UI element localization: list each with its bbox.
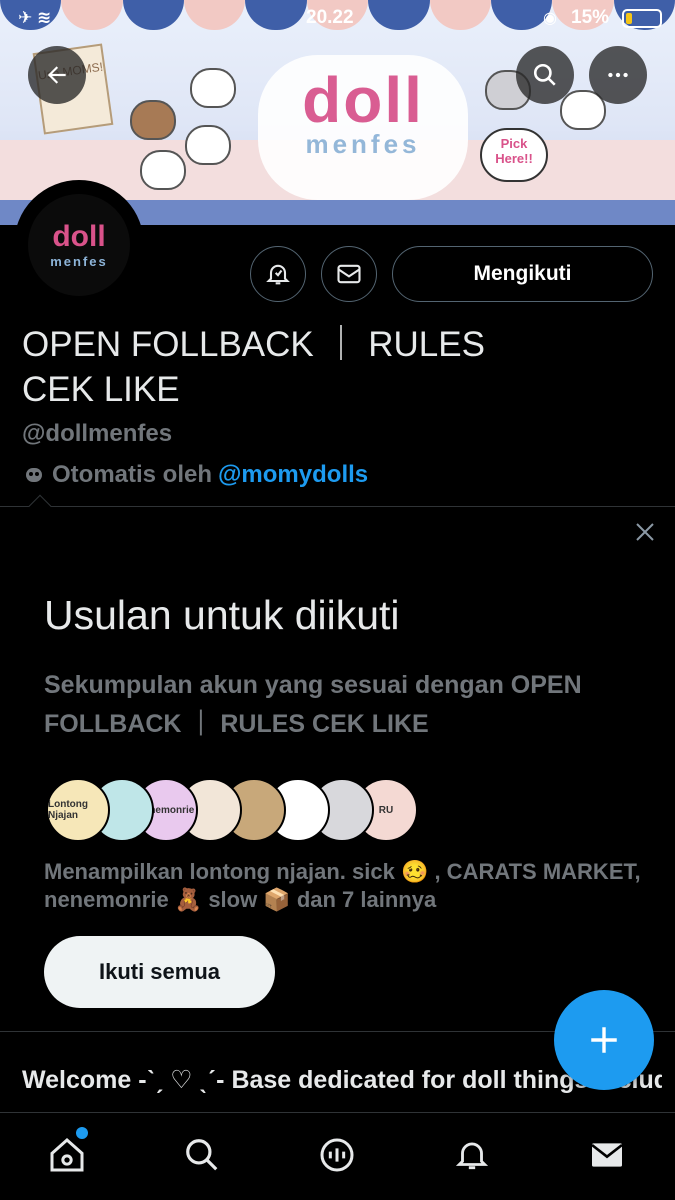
tab-messages[interactable] [585, 1133, 629, 1177]
bell-check-icon [266, 264, 290, 285]
close-icon [636, 523, 654, 541]
cat-sticker [185, 125, 231, 165]
follow-all-button[interactable]: Ikuti semua [44, 936, 275, 1008]
status-bar: ✈ ≋ 20.22 ◉ 15% [0, 0, 675, 36]
profile-name: OPEN FOLLBACK ｜ RULES CEK LIKE [22, 322, 622, 412]
profile-handle: @dollmenfes [22, 420, 173, 447]
suggested-avatar[interactable]: Lontong Njajan [46, 778, 110, 842]
cat-sticker [140, 150, 186, 190]
status-time: 20.22 [306, 7, 354, 28]
tab-home[interactable] [45, 1133, 89, 1177]
search-button[interactable] [516, 46, 574, 104]
bot-icon [26, 468, 42, 482]
spaces-icon [320, 1138, 354, 1172]
avatar-image: doll menfes [28, 194, 130, 296]
home-icon [50, 1137, 84, 1172]
banner-logo: doll menfes [258, 55, 468, 200]
cat-sticker [190, 68, 236, 108]
bell-icon [455, 1142, 489, 1170]
orientation-lock-icon: ◉ [543, 10, 557, 27]
cat-sticker [130, 100, 176, 140]
arrow-left-icon [47, 66, 66, 84]
following-button[interactable]: Mengikuti [392, 246, 653, 302]
search-icon [186, 1139, 218, 1171]
section-divider [0, 506, 675, 507]
mail-icon [337, 264, 361, 284]
close-suggestion-button[interactable] [628, 516, 662, 550]
profile-name-line2: CEK LIKE [22, 370, 180, 409]
signal-wifi-icon: ✈ ≋ [18, 8, 52, 27]
suggestion-title: Usulan untuk diikuti [44, 592, 400, 638]
automated-by-link[interactable]: @momydolls [218, 461, 368, 489]
banner-logo-main: doll [302, 64, 424, 136]
automated-label: Otomatis oleh @momydolls [22, 461, 368, 489]
automated-prefix: Otomatis oleh [52, 461, 213, 488]
new-content-dot [76, 1127, 88, 1139]
avatar-logo-sub: menfes [50, 254, 108, 269]
more-button[interactable] [589, 46, 647, 104]
tab-search[interactable] [180, 1133, 224, 1177]
bottom-tab-bar [0, 1112, 675, 1200]
more-icon [608, 72, 628, 78]
tab-notifications[interactable] [450, 1133, 494, 1177]
tab-spaces[interactable] [315, 1133, 359, 1177]
banner-pick-bubble: Pick Here!! [480, 128, 548, 182]
avatar[interactable]: doll menfes [14, 180, 144, 310]
plus-icon [591, 1027, 617, 1053]
battery-icon [622, 9, 662, 28]
search-icon [533, 63, 556, 86]
mail-icon [591, 1143, 623, 1167]
suggestion-caret [28, 494, 52, 518]
battery-percent: 15% [571, 7, 610, 28]
suggestion-showing-text: Menampilkan lontong njajan. sick 🥴 , CAR… [44, 859, 641, 912]
banner-logo-sub: menfes [305, 129, 421, 159]
profile-name-line1: OPEN FOLLBACK ｜ RULES [22, 325, 485, 364]
suggestion-description: Sekumpulan akun yang sesuai dengan OPEN … [44, 671, 582, 738]
compose-button[interactable] [554, 990, 654, 1090]
avatar-logo-main: doll [52, 220, 106, 253]
notifications-button[interactable] [250, 246, 306, 302]
back-button[interactable] [28, 46, 86, 104]
message-button[interactable] [321, 246, 377, 302]
